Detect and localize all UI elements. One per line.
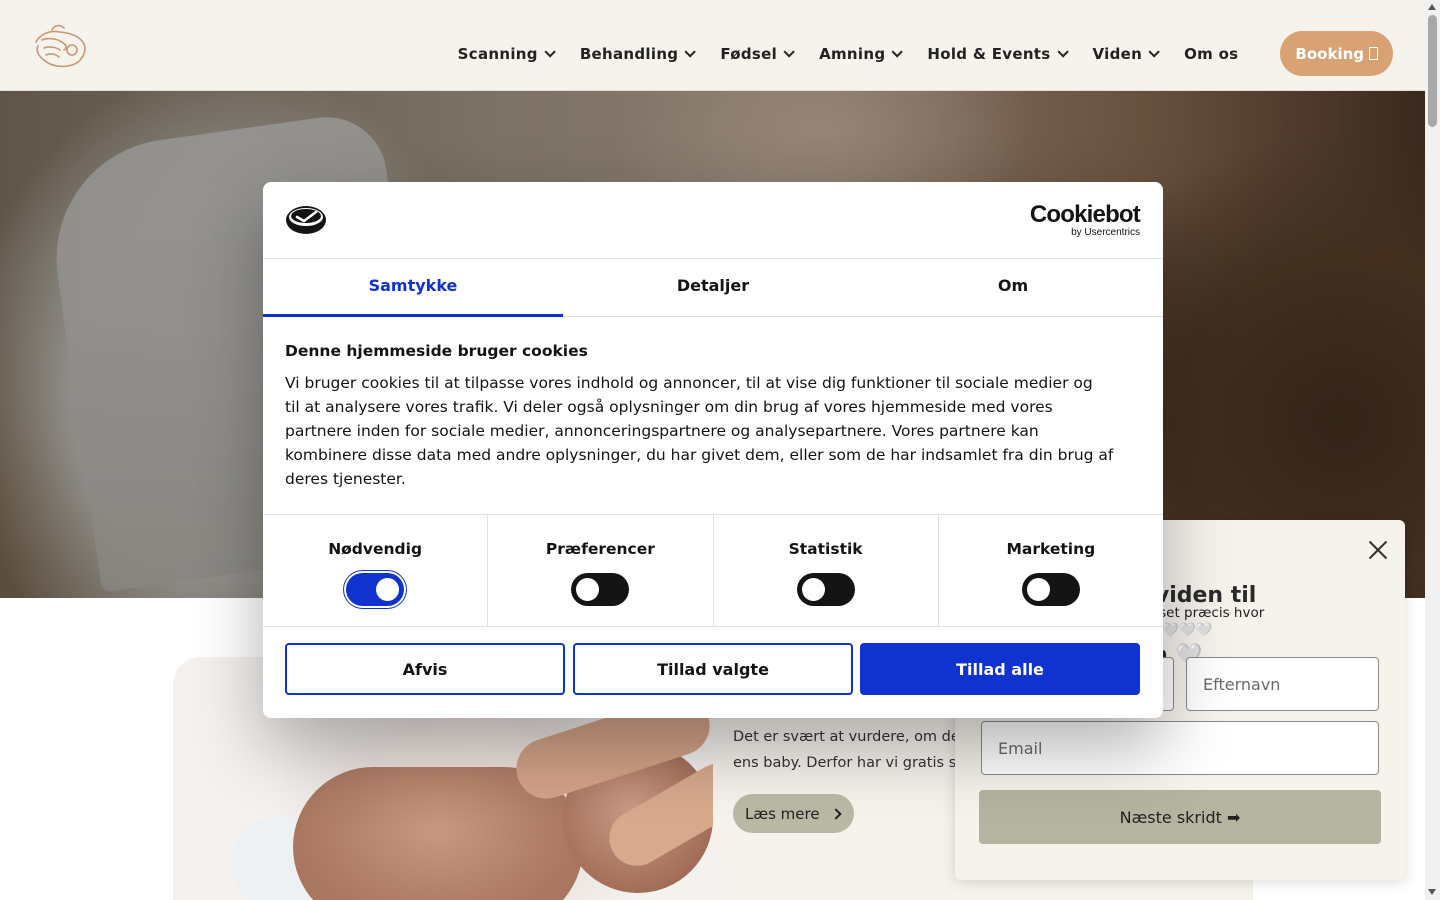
nav-item-fodsel[interactable]: Fødsel xyxy=(720,44,795,63)
read-more-button[interactable]: Læs mere xyxy=(733,794,854,833)
chevron-down-icon xyxy=(1148,45,1160,58)
category-statistics: Statistik xyxy=(714,515,939,626)
tab-om[interactable]: Om xyxy=(863,259,1163,316)
nav-item-amning[interactable]: Amning xyxy=(819,44,904,63)
content-text-line: ens baby. Derfor har vi gratis screen xyxy=(733,755,973,771)
nav-label: Scanning xyxy=(457,44,538,63)
chevron-down-icon xyxy=(891,45,904,58)
nav-item-scanning[interactable]: Scanning xyxy=(457,44,556,63)
cookie-body: Vi bruger cookies til at tilpasse vores … xyxy=(285,371,1145,491)
chevron-right-icon xyxy=(829,807,842,820)
nav-label: Behandling xyxy=(579,44,679,63)
toggle-preferences[interactable] xyxy=(571,573,630,606)
scrollbar-thumb[interactable] xyxy=(1428,15,1437,127)
nav-item-viden[interactable]: Viden xyxy=(1092,44,1160,63)
allow-all-button[interactable]: Tillad alle xyxy=(860,643,1140,695)
nav-item-om-os[interactable]: Om os xyxy=(1184,45,1238,63)
scroll-down-arrow-icon[interactable] xyxy=(1428,889,1436,895)
main-nav: Scanning Behandling Fødsel Amning Hold &… xyxy=(430,31,1393,76)
calendar-icon xyxy=(1369,47,1378,60)
read-more-label: Læs mere xyxy=(745,804,820,823)
deny-button[interactable]: Afvis xyxy=(285,643,565,695)
cookiebot-brand[interactable]: Cookiebot by Usercentrics xyxy=(1029,201,1141,238)
toggle-necessary[interactable] xyxy=(346,573,405,606)
booking-button[interactable]: Booking xyxy=(1280,31,1393,76)
cookie-body-line: til at analysere vores trafik. Vi deler … xyxy=(285,398,1053,416)
cookie-body-line: partnere inden for sociale medier, annon… xyxy=(285,422,1039,440)
nav-label: Viden xyxy=(1092,44,1143,63)
cookie-header: Cookiebot by Usercentrics xyxy=(263,182,1163,259)
chevron-down-icon xyxy=(1056,45,1069,58)
cookie-body-line: kombinere disse data med andre oplysning… xyxy=(285,446,1114,464)
toggle-knob xyxy=(576,578,600,601)
nav-label: Fødsel xyxy=(720,44,778,63)
cookie-consent-dialog: Cookiebot by Usercentrics Samtykke Detal… xyxy=(263,182,1163,718)
nav-item-hold-events[interactable]: Hold & Events xyxy=(927,44,1069,63)
tab-samtykke[interactable]: Samtykke xyxy=(263,259,563,317)
allow-selected-button[interactable]: Tillad valgte xyxy=(573,643,853,695)
cookie-title: Denne hjemmeside bruger cookies xyxy=(285,342,588,360)
brand-sub: by Usercentrics xyxy=(1071,227,1140,238)
content-text: Det er svært at vurdere, om den en ens b… xyxy=(733,724,973,776)
category-label: Præferencer xyxy=(545,540,655,558)
page-scrollbar[interactable] xyxy=(1425,0,1440,900)
cookiebot-logo-icon xyxy=(286,206,326,234)
logo-hand-icon[interactable] xyxy=(32,20,88,70)
toggle-knob xyxy=(1026,578,1050,601)
chevron-down-icon xyxy=(544,45,556,58)
close-icon[interactable] xyxy=(1363,535,1393,565)
nav-item-behandling[interactable]: Behandling xyxy=(579,44,697,63)
cookie-tabs: Samtykke Detaljer Om xyxy=(263,259,1163,317)
last-name-field[interactable] xyxy=(1186,657,1379,711)
category-necessary: Nødvendig xyxy=(263,515,489,626)
cookie-body-line: deres tjenester. xyxy=(285,470,406,488)
nav-label: Om os xyxy=(1184,44,1239,63)
category-label: Nødvendig xyxy=(328,540,423,558)
scroll-up-arrow-icon[interactable] xyxy=(1428,4,1436,10)
next-step-label: Næste skridt ➡ xyxy=(1119,807,1241,827)
category-preferences: Præferencer xyxy=(488,515,714,626)
next-step-button[interactable]: Næste skridt ➡ xyxy=(979,790,1381,844)
category-label: Marketing xyxy=(1006,540,1096,558)
brand-name: Cookiebot xyxy=(1029,201,1141,228)
category-marketing: Marketing xyxy=(939,515,1163,626)
toggle-knob xyxy=(801,578,825,601)
cookie-categories: Nødvendig Præferencer Statistik Marketin… xyxy=(263,514,1163,627)
toggle-knob xyxy=(376,578,400,601)
booking-label: Booking xyxy=(1295,44,1364,63)
toggle-statistics[interactable] xyxy=(796,573,855,606)
email-field[interactable] xyxy=(981,721,1379,775)
nav-label: Hold & Events xyxy=(927,44,1051,63)
chevron-down-icon xyxy=(783,45,795,58)
content-text-line: Det er svært at vurdere, om den en xyxy=(733,729,973,745)
cookie-body-line: Vi bruger cookies til at tilpasse vores … xyxy=(285,374,1093,392)
category-label: Statistik xyxy=(788,540,863,558)
toggle-marketing[interactable] xyxy=(1021,573,1080,606)
tab-detaljer[interactable]: Detaljer xyxy=(563,259,863,316)
chevron-down-icon xyxy=(684,45,697,58)
site-header: Scanning Behandling Fødsel Amning Hold &… xyxy=(0,0,1425,91)
nav-label: Amning xyxy=(819,44,886,63)
